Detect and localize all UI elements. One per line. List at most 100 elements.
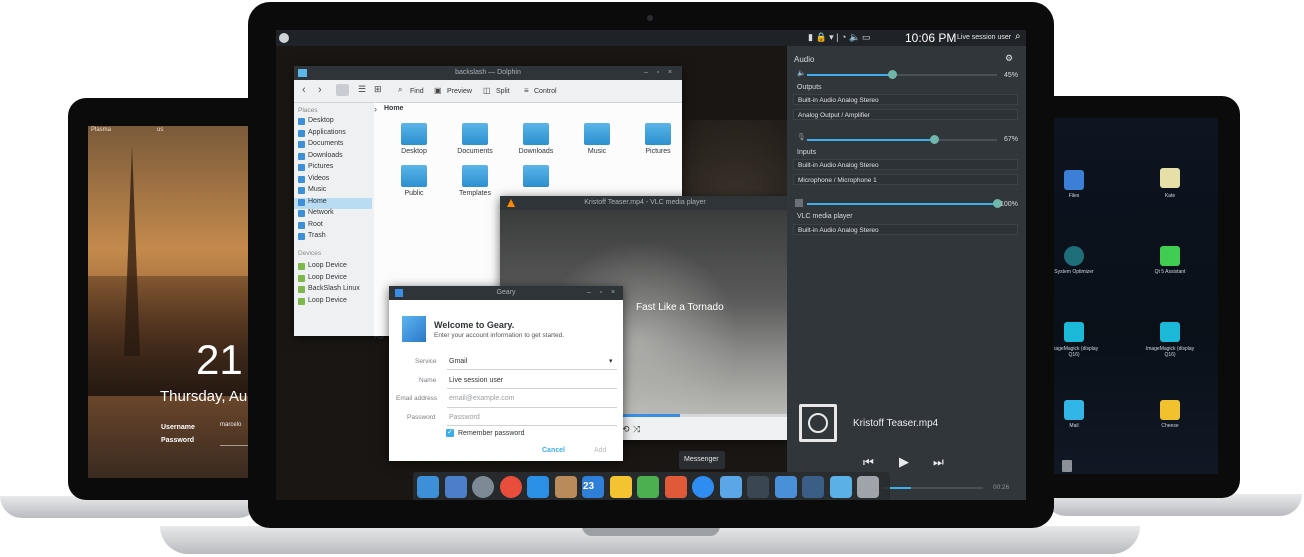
input-port-select[interactable]: Microphone / Microphone 1 <box>793 174 1018 185</box>
sidebar-item-documents[interactable]: Documents <box>294 139 372 150</box>
sidebar-item-music[interactable]: Music <box>294 185 372 196</box>
device-item[interactable]: BackSlash Linux <box>294 284 372 295</box>
cheese-icon[interactable] <box>1160 400 1180 420</box>
mail-bird-icon[interactable] <box>719 476 742 498</box>
trash-icon[interactable] <box>1062 460 1072 472</box>
photos-icon[interactable] <box>664 476 687 498</box>
email-field[interactable]: email@example.com <box>449 395 514 402</box>
folder-icon[interactable] <box>462 165 488 187</box>
microphone-icon[interactable]: 🎙 <box>797 133 806 141</box>
dropdown-arrow-icon[interactable]: ▾ <box>609 357 613 365</box>
battery-icon[interactable]: ▭ <box>862 32 871 43</box>
tray-icons[interactable]: ▮ 🔒 ▾ | ◔ 🔈 <box>808 32 860 43</box>
dolphin-titlebar[interactable]: backslash — Dolphin <box>294 66 682 80</box>
sidebar-item-home[interactable]: Home <box>294 197 372 208</box>
sidebar-item-downloads[interactable]: Downloads <box>294 151 372 162</box>
sidebar-item-applications[interactable]: Applications <box>294 128 372 139</box>
shuffle-icon[interactable]: ⤨ <box>633 424 640 435</box>
downloads-folder-icon[interactable] <box>829 476 852 498</box>
presentation-icon[interactable] <box>747 476 769 498</box>
cancel-button[interactable]: Cancel <box>542 447 565 454</box>
sidebar-item-root[interactable]: Root <box>294 220 372 231</box>
output-port-select[interactable]: Analog Output / Amplifier <box>793 109 1018 120</box>
preview-button[interactable]: Preview <box>447 88 472 95</box>
folder-icon[interactable] <box>584 123 610 145</box>
forward-icon[interactable]: › <box>318 84 322 96</box>
home-folder-icon[interactable] <box>417 476 439 498</box>
folder-label[interactable]: Music <box>569 148 625 155</box>
folder-icon[interactable] <box>523 165 549 187</box>
folder-label[interactable]: Downloads <box>508 148 564 155</box>
back-icon[interactable]: ‹ <box>302 84 306 96</box>
device-item[interactable]: Loop Device <box>294 296 372 307</box>
input-device-select[interactable]: Built-in Audio Analog Stereo <box>793 159 1018 170</box>
device-item[interactable]: Loop Device <box>294 273 372 284</box>
speaker-icon[interactable]: 🔈 <box>797 69 806 77</box>
control-button[interactable]: Control <box>534 88 557 95</box>
find-icon[interactable]: ⌕ <box>398 85 402 95</box>
password-field[interactable]: Password <box>449 414 480 421</box>
settings-gear-icon[interactable]: ⚙ <box>1005 53 1013 64</box>
sidebar-item-videos[interactable]: Videos <box>294 174 372 185</box>
split-icon[interactable]: ◫ <box>483 86 491 95</box>
output-device-select[interactable]: Built-in Audio Analog Stereo <box>793 94 1018 105</box>
remember-checkbox[interactable]: ✓ <box>446 429 454 437</box>
preview-icon[interactable]: ▣ <box>434 86 442 95</box>
folder-icon[interactable] <box>523 123 549 145</box>
app-store-icon[interactable] <box>527 476 549 498</box>
app-device-select[interactable]: Built-in Audio Analog Stereo <box>793 224 1018 235</box>
control-icon[interactable]: ≡ <box>524 86 529 95</box>
search-icon[interactable]: ⌕ <box>1015 31 1021 42</box>
folder-label[interactable]: Templates <box>447 190 503 197</box>
next-track-icon[interactable]: ⏭ <box>933 455 944 470</box>
sidebar-item-network[interactable]: Network <box>294 208 372 219</box>
folder-icon[interactable] <box>401 165 427 187</box>
maximize-button[interactable]: ▫ <box>597 289 605 297</box>
notes-icon[interactable] <box>609 476 632 498</box>
session-user[interactable]: Live session user <box>957 34 1011 41</box>
rocket-icon[interactable] <box>472 476 494 498</box>
input-volume-knob[interactable] <box>929 135 939 144</box>
folder-label[interactable]: Public <box>386 190 442 197</box>
sidebar-item-pictures[interactable]: Pictures <box>294 162 372 173</box>
imagemagick-icon[interactable] <box>1064 322 1084 342</box>
software-center-icon[interactable] <box>774 476 797 498</box>
breadcrumb[interactable]: Home <box>384 105 403 112</box>
maximize-button[interactable]: ▫ <box>654 69 662 77</box>
clock[interactable]: 10:06 PM <box>905 31 956 45</box>
sidebar-item-desktop[interactable]: Desktop <box>294 116 372 127</box>
icons-view-button[interactable] <box>336 84 349 96</box>
kate-notes-icon[interactable] <box>1160 168 1180 188</box>
folder-label[interactable]: Documents <box>447 148 503 155</box>
folder-label[interactable]: Pictures <box>630 148 686 155</box>
sidebar-item-trash[interactable]: Trash <box>294 231 372 242</box>
play-icon[interactable]: ▶ <box>899 454 909 470</box>
chrome-icon[interactable] <box>499 476 522 498</box>
remember-label[interactable]: Remember password <box>458 430 525 437</box>
minimize-button[interactable]: – <box>585 289 593 297</box>
launcher-icon[interactable] <box>279 33 289 43</box>
contacts-icon[interactable] <box>554 476 577 498</box>
folder-icon[interactable] <box>462 123 488 145</box>
launchpad-icon[interactable] <box>444 476 467 498</box>
name-field[interactable]: Live session user <box>449 377 503 384</box>
add-button[interactable]: Add <box>594 447 606 454</box>
split-button[interactable]: Split <box>496 88 510 95</box>
folder-label[interactable]: Desktop <box>386 148 442 155</box>
settings-tools-icon[interactable] <box>802 476 824 498</box>
service-select[interactable]: Gmail <box>449 358 467 365</box>
trash-icon[interactable] <box>857 476 879 498</box>
folder-icon[interactable] <box>645 123 671 145</box>
messenger-icon[interactable] <box>692 476 714 498</box>
find-button[interactable]: Find <box>410 88 424 95</box>
minimize-button[interactable]: – <box>642 69 650 77</box>
loop-icon[interactable]: ⟲ <box>622 424 630 435</box>
optimizer-icon[interactable] <box>1064 246 1084 266</box>
imagemagick-icon[interactable] <box>1160 322 1180 342</box>
maps-icon[interactable] <box>637 476 659 498</box>
details-view-icon[interactable]: ☰ <box>358 84 366 95</box>
close-button[interactable]: × <box>609 289 617 297</box>
mail-icon[interactable] <box>1064 400 1084 420</box>
close-button[interactable]: × <box>666 69 674 77</box>
output-volume-knob[interactable] <box>888 70 897 79</box>
